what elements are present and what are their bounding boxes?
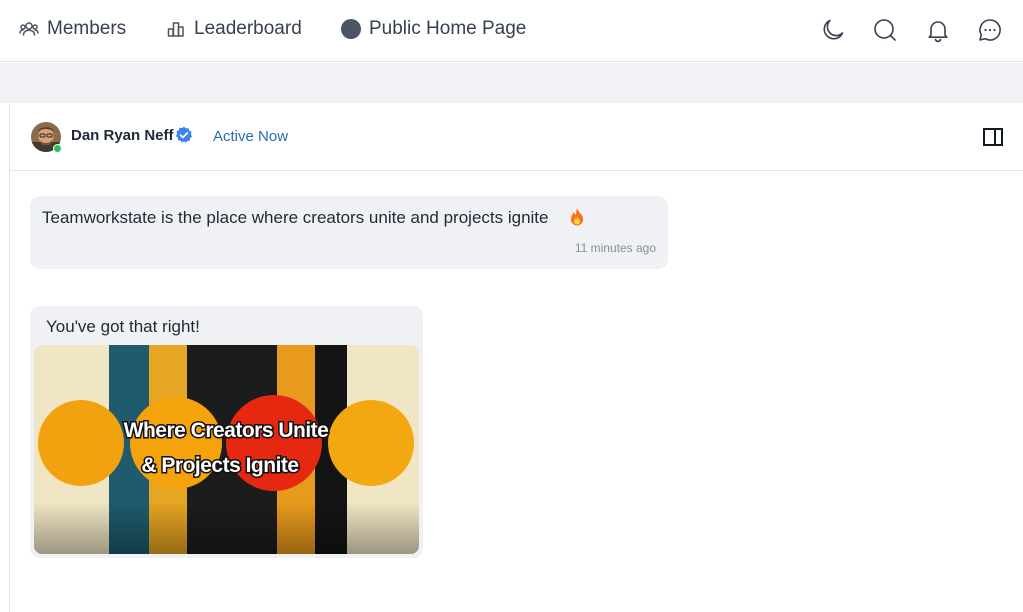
globe-icon xyxy=(341,19,361,39)
fire-icon xyxy=(571,208,583,226)
nav-public-home-label: Public Home Page xyxy=(369,18,527,39)
page-band xyxy=(0,63,1023,103)
message-timestamp: 11 minutes ago xyxy=(574,241,656,255)
conversation-user-name[interactable]: Dan Ryan Neff xyxy=(71,127,174,144)
notifications-button[interactable] xyxy=(924,16,952,44)
message-text: Teamworkstate is the place where creator… xyxy=(42,208,549,227)
leaderboard-icon xyxy=(166,19,186,39)
bell-icon xyxy=(928,21,948,43)
members-icon xyxy=(19,19,39,39)
moon-icon xyxy=(823,19,844,40)
image-caption-line1: Where Creators Unite xyxy=(124,419,329,442)
messages-button[interactable] xyxy=(976,16,1004,44)
search-button[interactable] xyxy=(871,16,899,44)
top-navigation-bar: Members Leaderboard Public Home Page xyxy=(0,0,1023,62)
nav-members-label: Members xyxy=(47,18,127,39)
conversation-panel: Dan Ryan Neff Active Now Teamworkstate i… xyxy=(9,103,1023,612)
nav-public-home-page[interactable]: Public Home Page xyxy=(341,17,526,41)
image-caption-line2: & Projects Ignite xyxy=(141,454,298,477)
dark-mode-toggle[interactable] xyxy=(819,16,847,44)
verified-badge-icon xyxy=(175,126,193,143)
message-bubble[interactable]: Teamworkstate is the place where creator… xyxy=(30,196,668,269)
chat-bubble-icon xyxy=(979,19,1001,41)
nav-leaderboard[interactable]: Leaderboard xyxy=(166,17,302,41)
online-status-dot xyxy=(53,144,62,153)
search-icon xyxy=(874,19,896,41)
nav-members[interactable]: Members xyxy=(19,17,126,41)
active-status: Active Now xyxy=(213,128,289,145)
message-bubble[interactable]: You've got that right! Where Creators Un… xyxy=(30,306,423,558)
image-attachment[interactable]: Where Creators Unite & Projects Ignite xyxy=(34,345,419,554)
sidebar-toggle-icon[interactable] xyxy=(983,128,1003,146)
nav-leaderboard-label: Leaderboard xyxy=(194,18,302,39)
message-text: You've got that right! xyxy=(46,317,200,336)
conversation-header: Dan Ryan Neff Active Now xyxy=(10,103,1023,171)
